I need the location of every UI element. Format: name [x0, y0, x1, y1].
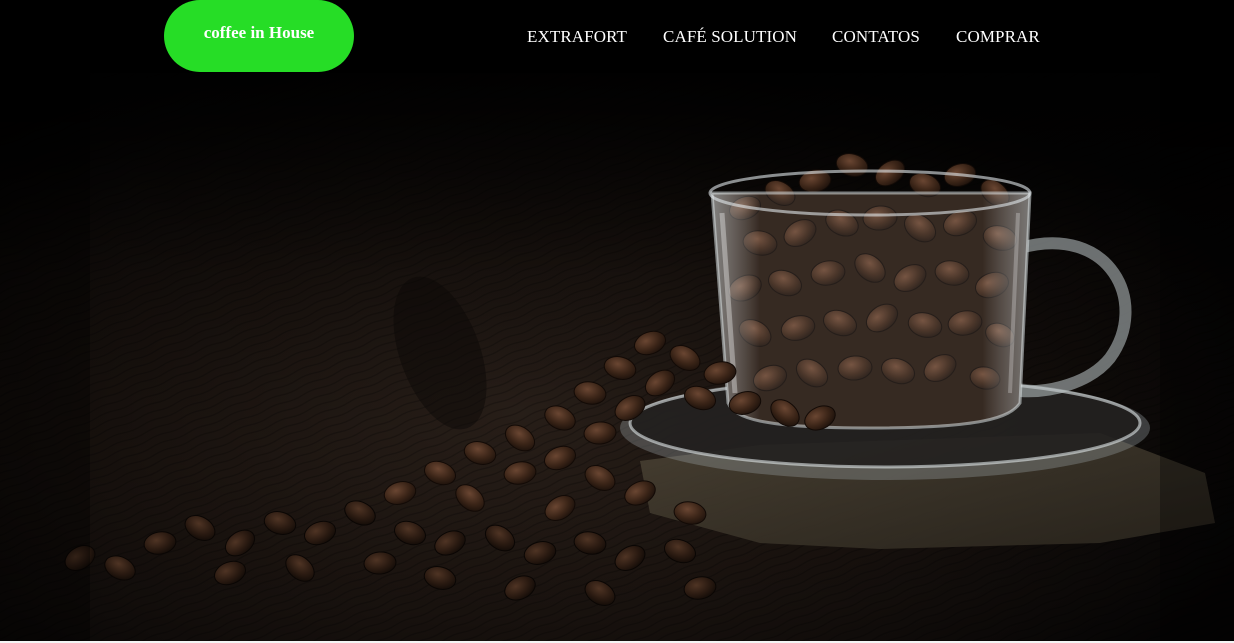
site-header: coffee in House EXTRAFORT CAFÉ SOLUTION …: [0, 0, 1234, 73]
nav-link-contatos[interactable]: CONTATOS: [832, 27, 920, 47]
hero-photo: [0, 73, 1234, 641]
hero-banner: [0, 73, 1234, 641]
logo-button[interactable]: coffee in House: [164, 0, 354, 72]
nav-link-cafe-solution[interactable]: CAFÉ SOLUTION: [663, 27, 797, 47]
nav-link-comprar[interactable]: COMPRAR: [956, 27, 1040, 47]
nav-link-extrafort[interactable]: EXTRAFORT: [527, 27, 627, 47]
